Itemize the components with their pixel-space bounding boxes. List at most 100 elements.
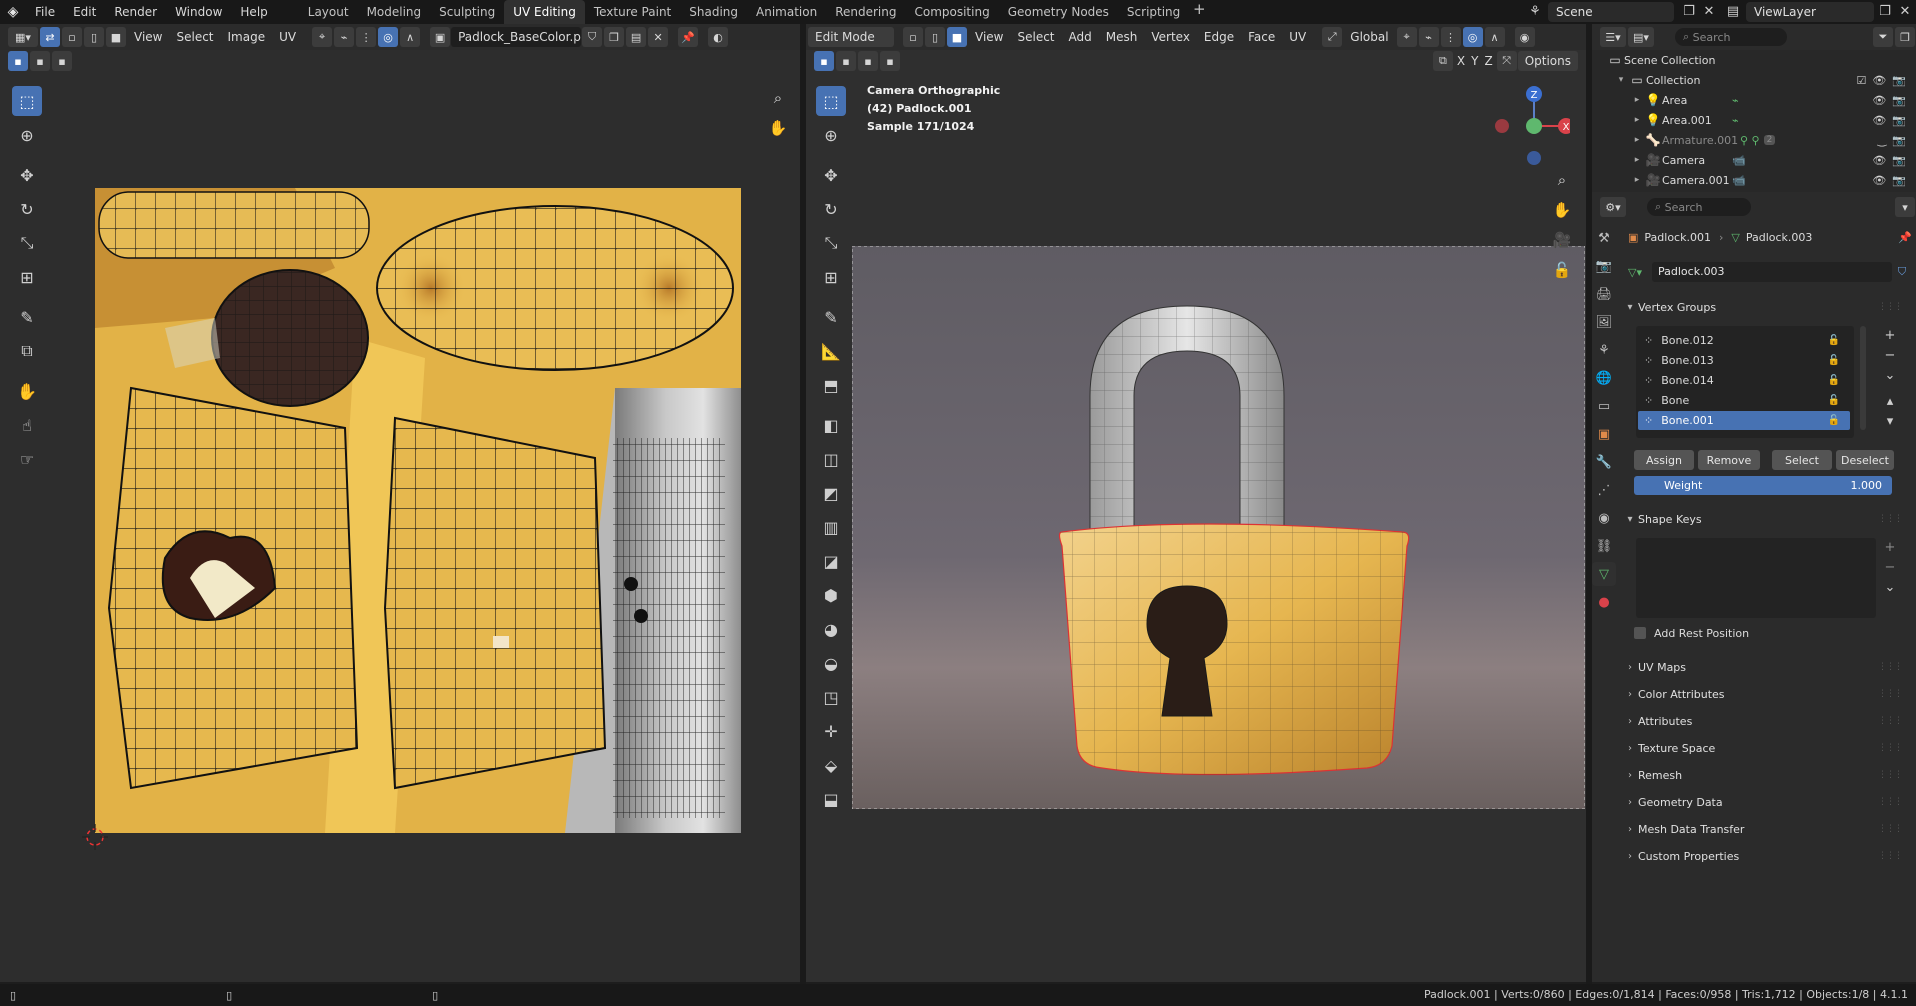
lock-icon[interactable]: 🔓 (1828, 335, 1840, 346)
falloff-icon[interactable]: ∧ (400, 27, 421, 47)
eye-icon[interactable]: 👁 (1872, 74, 1886, 87)
vp-menu-uv[interactable]: UV (1282, 30, 1313, 44)
inset-icon[interactable]: ◫ (816, 444, 846, 474)
camera-view[interactable] (852, 246, 1585, 809)
chevron-right-icon[interactable]: ▸ (1630, 175, 1644, 185)
vp-select-new-icon[interactable]: ▪ (814, 51, 834, 71)
constraints-tab-icon[interactable]: ⛓ (1592, 534, 1616, 558)
vp-zoom-icon[interactable]: ⌕ (1550, 168, 1574, 192)
tab-scripting[interactable]: Scripting (1118, 0, 1189, 24)
camera-render-icon[interactable]: 📷 (1892, 134, 1906, 147)
delete-view-layer-icon[interactable]: ✕ (1896, 3, 1914, 21)
vp-menu-add[interactable]: Add (1062, 30, 1099, 44)
uv-cursor-icon[interactable] (80, 822, 110, 852)
rotate-tool-icon[interactable]: ↻ (12, 194, 42, 224)
drag-handle-icon[interactable]: ⋮⋮⋮ (1878, 716, 1903, 726)
camera-render-icon[interactable]: 📷 (1892, 74, 1906, 87)
proportional-edit-icon[interactable]: ◎ (378, 27, 399, 47)
shape-keys-header[interactable]: ▾ Shape Keys ⋮⋮⋮ (1622, 508, 1903, 530)
list-scrollbar[interactable] (1860, 326, 1866, 430)
snap-icon[interactable]: ⌁ (334, 27, 355, 47)
tool-tab-icon[interactable]: ⚒ (1592, 226, 1616, 250)
eye-hidden-icon[interactable]: ‿ (1877, 134, 1886, 147)
menu-file[interactable]: File (26, 0, 64, 24)
properties-options-icon[interactable]: ▾ (1895, 197, 1915, 217)
pin-icon[interactable]: 📌 (1898, 231, 1912, 244)
outliner-search[interactable]: ⌕ Search (1675, 28, 1787, 46)
snap-target-icon[interactable]: ⋮ (356, 27, 377, 47)
outliner-item[interactable]: ▸ 🎥 Camera 📹 👁 📷 (1600, 150, 1916, 170)
vp-measure-icon[interactable]: 📐 (816, 336, 846, 366)
view-layer-tab-icon[interactable]: 🖼 (1592, 310, 1616, 334)
list-item[interactable]: ⁘ Bone.014 🔓 (1638, 371, 1850, 390)
uv-menu-uv[interactable]: UV (272, 30, 303, 44)
eye-icon[interactable]: 👁 (1872, 154, 1886, 167)
vp-menu-view[interactable]: View (968, 30, 1010, 44)
uv-overlays-icon[interactable]: ◐ (708, 27, 729, 47)
vp-select-extend-icon[interactable]: ▪ (836, 51, 856, 71)
mirror-icon[interactable]: ⧉ (1432, 51, 1453, 71)
world-tab-icon[interactable]: 🌐 (1592, 366, 1616, 390)
texture-space-section[interactable]: › Texture Space ⋮⋮⋮ (1622, 737, 1903, 759)
color-attributes-section[interactable]: › Color Attributes ⋮⋮⋮ (1622, 683, 1903, 705)
tab-layout[interactable]: Layout (299, 0, 358, 24)
vp-move-icon[interactable]: ✥ (816, 160, 846, 190)
uv-menu-image[interactable]: Image (221, 30, 273, 44)
output-tab-icon[interactable]: 🖨 (1592, 282, 1616, 306)
list-item[interactable]: ⁘ Bone.013 🔓 (1638, 351, 1850, 370)
vp-rotate-icon[interactable]: ↻ (816, 194, 846, 224)
remesh-section[interactable]: › Remesh ⋮⋮⋮ (1622, 764, 1903, 786)
vp-scale-icon[interactable]: ⤡ (816, 228, 846, 258)
smooth-icon[interactable]: ◒ (816, 648, 846, 678)
deselect-button[interactable]: Deselect (1836, 450, 1894, 470)
edge-slide-icon[interactable]: ◳ (816, 682, 846, 712)
vp-pivot-icon[interactable]: ⌖ (1396, 27, 1417, 47)
outliner-item[interactable]: ▸ 🦴 Armature.001 ⚲ ⚲ 2 ‿ 📷 (1600, 130, 1916, 150)
pin-icon[interactable]: 📌 (678, 27, 699, 47)
mirror-y[interactable]: Y (1468, 54, 1481, 68)
specials-chevron-icon[interactable]: ⌄ (1885, 366, 1896, 386)
rip-tool-icon[interactable]: ⧉ (12, 336, 42, 366)
uv-menu-select[interactable]: Select (169, 30, 220, 44)
scene-icon[interactable]: ⚘ (1526, 3, 1544, 21)
annotate-tool-icon[interactable]: ✎ (12, 302, 42, 332)
weight-slider[interactable]: Weight 1.000 (1634, 476, 1892, 495)
new-view-layer-icon[interactable]: ❐ (1876, 3, 1894, 21)
select-vertex-icon[interactable]: ▫ (62, 27, 82, 47)
vp-select-vertex-icon[interactable]: ▫ (903, 27, 923, 47)
spin-icon[interactable]: ◕ (816, 614, 846, 644)
fake-user-shield-icon[interactable]: ⛉ (1892, 265, 1912, 279)
select-mode-new-icon[interactable]: ▪ (8, 51, 28, 71)
properties-type-icon[interactable]: ⚙▾ (1600, 197, 1626, 217)
drag-handle-icon[interactable]: ⋮⋮⋮ (1878, 689, 1903, 699)
options-dropdown[interactable]: Options (1517, 51, 1578, 71)
shrink-fatten-icon[interactable]: ✛ (816, 716, 846, 746)
shape-key-list[interactable] (1636, 538, 1876, 618)
drag-handle-icon[interactable]: ⋮⋮⋮ (1878, 743, 1903, 753)
lock-icon[interactable]: 🔓 (1828, 415, 1840, 426)
orientation-icon[interactable]: ⤢ (1322, 27, 1343, 47)
camera-render-icon[interactable]: 📷 (1892, 94, 1906, 107)
mesh-browse-icon[interactable]: ▽▾ (1628, 266, 1652, 279)
knife-icon[interactable]: ◪ (816, 546, 846, 576)
lock-icon[interactable]: 🔓 (1828, 375, 1840, 386)
pivot-icon[interactable]: ⌖ (312, 27, 333, 47)
eye-icon[interactable]: 👁 (1872, 114, 1886, 127)
particles-tab-icon[interactable]: ⋰ (1592, 478, 1616, 502)
menu-edit[interactable]: Edit (64, 0, 105, 24)
list-item[interactable]: ⁘ Bone.012 🔓 (1638, 331, 1850, 350)
outliner-item[interactable]: ▸ 🎥 Camera.001 📹 👁 📷 (1600, 170, 1916, 190)
physics-tab-icon[interactable]: ◉ (1592, 506, 1616, 530)
vertex-groups-header[interactable]: ▾ Vertex Groups ⋮⋮⋮ (1622, 296, 1903, 318)
lock-icon[interactable]: 🔓 (1828, 395, 1840, 406)
drag-handle-icon[interactable]: ⋮⋮⋮ (1878, 797, 1903, 807)
custom-properties-section[interactable]: › Custom Properties ⋮⋮⋮ (1622, 845, 1903, 867)
drag-handle-icon[interactable]: ⋮⋮⋮ (1878, 514, 1903, 524)
loop-cut-icon[interactable]: ▥ (816, 512, 846, 542)
tab-rendering[interactable]: Rendering (826, 0, 905, 24)
collection-row[interactable]: ▾ ▭ Collection ☑ 👁 📷 (1600, 70, 1916, 90)
add-shape-key-icon[interactable]: + (1885, 538, 1896, 558)
tab-texture-paint[interactable]: Texture Paint (585, 0, 680, 24)
mode-selector[interactable]: Edit Mode (808, 27, 894, 47)
uv-texture-canvas[interactable] (95, 188, 741, 833)
